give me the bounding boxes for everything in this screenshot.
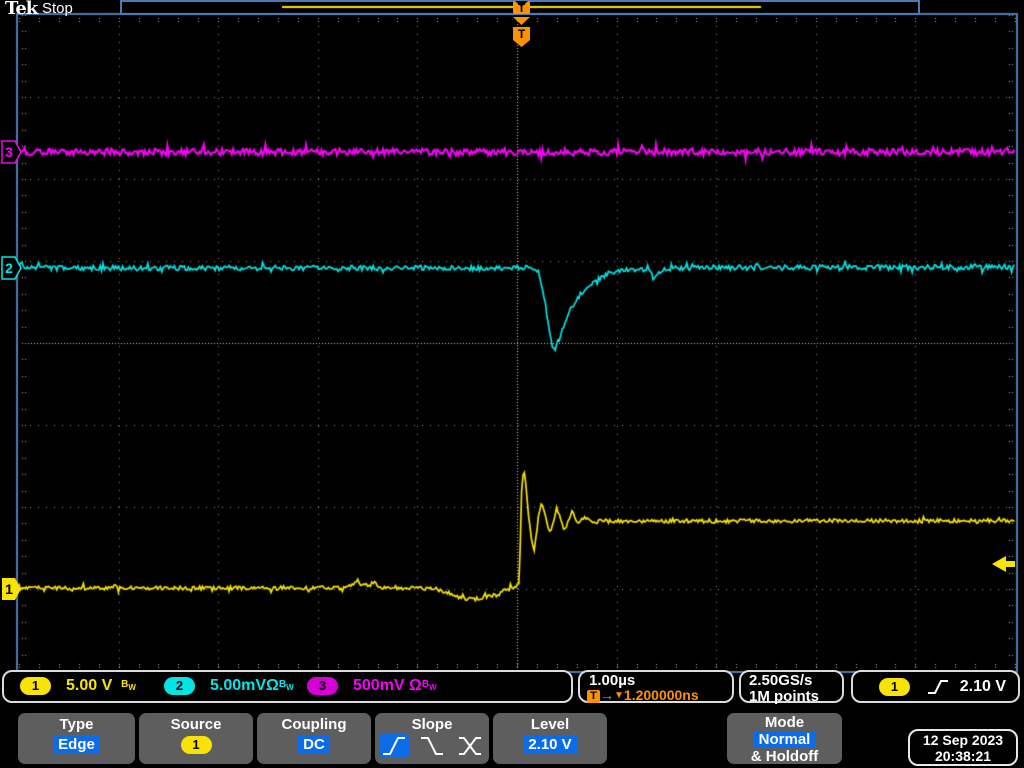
trigger-slope-rising-icon xyxy=(928,679,948,694)
trigger-readout-box: 1 2.10 V xyxy=(851,670,1020,703)
mode-value: Normal xyxy=(753,731,816,748)
trigger-source-badge: 1 xyxy=(879,677,910,696)
trigger-t-icon: T xyxy=(587,690,600,703)
ch1-bw-limit-icon: BW xyxy=(121,679,136,692)
sample-rate: 2.50GS/s xyxy=(749,672,813,689)
ch3-bw-limit-icon: BW xyxy=(421,679,437,692)
menu-mode-button[interactable]: Mode Normal & Holdoff xyxy=(727,713,842,765)
menu-slope-button[interactable]: Slope xyxy=(375,713,489,764)
marker-overlay: T T 3 2 1 xyxy=(1,0,1015,600)
channel-2-marker[interactable]: 2 xyxy=(1,256,22,280)
slope-both-icon[interactable] xyxy=(455,734,485,758)
mode-extra: & Holdoff xyxy=(750,748,819,765)
svg-text:3: 3 xyxy=(5,144,13,160)
menu-level-button[interactable]: Level 2.10 V xyxy=(493,713,607,764)
trigger-record-position-icon: T xyxy=(513,1,530,15)
ch1-badge: 1 xyxy=(20,677,51,695)
tek-logo: Tek xyxy=(5,0,38,19)
coupling-value: DC xyxy=(298,736,330,753)
menu-coupling-button[interactable]: Coupling DC xyxy=(257,713,371,764)
channel-1-marker[interactable]: 1 xyxy=(2,578,21,600)
source-channel-badge: 1 xyxy=(180,736,212,754)
acquisition-readout-box: 2.50GS/s 1M points xyxy=(739,670,844,705)
record-length: 1M points xyxy=(749,688,819,705)
svg-text:1: 1 xyxy=(5,581,13,597)
datetime-box: 12 Sep 2023 20:38:21 xyxy=(908,729,1018,766)
menu-type-button[interactable]: Type Edge xyxy=(18,713,135,764)
time-label: 20:38:21 xyxy=(934,748,992,764)
acquisition-status: Stop xyxy=(42,0,73,17)
ch2-bw-limit-icon: BW xyxy=(278,679,294,692)
level-value: 2.10 V xyxy=(523,736,577,753)
trigger-delay-readout: T →▼1.200000ns xyxy=(580,688,732,703)
trigger-level-readout: 2.10 V xyxy=(959,677,1006,695)
svg-text:T: T xyxy=(518,27,526,41)
oscilloscope-screen: T T 3 2 1 Tek Stop 1 5.00 V BW 2 5.00mVΩ… xyxy=(0,0,1024,768)
svg-text:2: 2 xyxy=(5,260,13,276)
svg-text:T: T xyxy=(518,1,526,15)
ch3-scale: 500mV ΩBW xyxy=(353,677,437,694)
ch2-badge: 2 xyxy=(164,677,195,695)
slope-rising-icon[interactable] xyxy=(378,734,409,758)
timebase-readout-box: 1.00µs T →▼1.200000ns xyxy=(578,670,734,703)
trigger-level-arrow[interactable] xyxy=(992,556,1015,572)
menu-source-button[interactable]: Source 1 xyxy=(139,713,253,764)
ch1-scale: 5.00 V BW xyxy=(66,677,136,694)
ch2-scale: 5.00mVΩBW xyxy=(210,677,294,694)
channel-3-marker[interactable]: 3 xyxy=(1,140,22,164)
timebase-scale: 1.00µs xyxy=(589,672,636,689)
type-value: Edge xyxy=(53,736,100,753)
slope-falling-icon[interactable] xyxy=(417,734,447,758)
date-label: 12 Sep 2023 xyxy=(922,732,1004,748)
ch3-badge: 3 xyxy=(307,677,338,695)
trigger-position-flag[interactable]: T xyxy=(513,17,530,47)
channel-readout-box: 1 5.00 V BW 2 5.00mVΩBW 3 500mV ΩBW xyxy=(2,670,573,703)
